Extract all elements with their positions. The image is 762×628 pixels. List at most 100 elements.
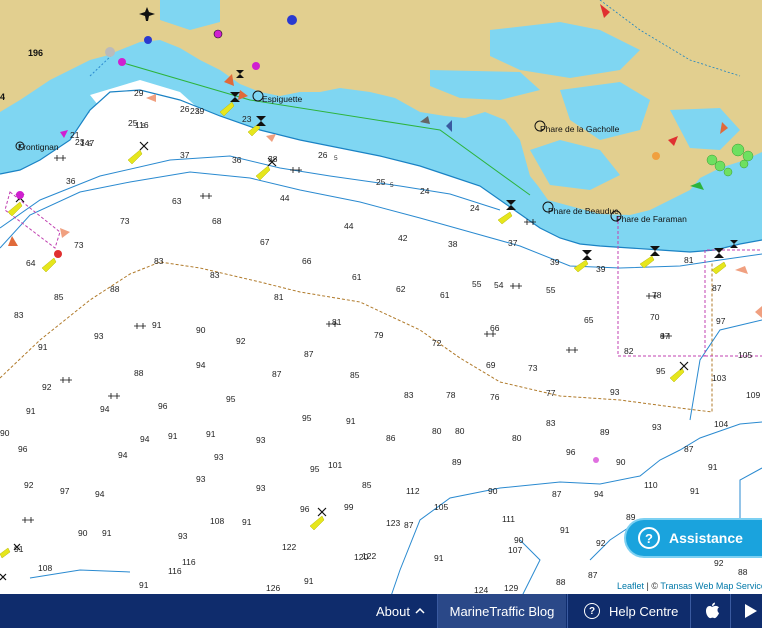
depth-sounding: 95	[226, 394, 236, 404]
about-menu[interactable]: About	[376, 594, 425, 628]
depth-sounding: 109	[746, 390, 760, 400]
depth-sounding: 80	[455, 426, 465, 436]
depth-sounding: 81	[274, 292, 284, 302]
vessel-count-label: 4	[0, 92, 5, 102]
depth-sounding: 39	[596, 264, 606, 274]
depth-sounding: 93	[652, 422, 662, 432]
depth-sounding: 91	[26, 406, 36, 416]
depth-sounding: 44	[280, 193, 290, 203]
depth-sounding: 87	[272, 369, 282, 379]
depth-sounding: 73	[120, 216, 130, 226]
chevron-up-icon	[415, 607, 425, 614]
depth-sounding: 76	[490, 392, 500, 402]
depth-sounding: 91	[38, 342, 48, 352]
footer-divider	[567, 594, 568, 628]
footer-divider	[690, 594, 691, 628]
depth-sounding: 78	[446, 390, 456, 400]
depth-sounding: 88	[556, 577, 566, 587]
depth-sounding: 92	[596, 538, 606, 548]
depth-sounding: 94	[100, 404, 110, 414]
depth-sounding: 129	[504, 583, 518, 593]
depth-sounding: 93	[610, 387, 620, 397]
depth-sounding: 39	[550, 257, 560, 267]
depth-sounding: 88	[110, 284, 120, 294]
depth-sounding: 73	[74, 240, 84, 250]
about-label: About	[376, 603, 410, 619]
depth-sounding: 24	[420, 186, 430, 196]
question-circle-icon: ?	[638, 527, 660, 549]
depth-sounding: 38	[268, 154, 278, 164]
depth-sounding: 69	[486, 360, 496, 370]
depth-sounding: 67	[260, 237, 270, 247]
depth-sounding: 93	[256, 435, 266, 445]
depth-sounding: 24	[470, 203, 480, 213]
depth-sounding: 87	[684, 444, 694, 454]
depth-sounding: 94	[118, 450, 128, 460]
depth-sounding: 87	[660, 331, 670, 341]
depth-sounding: 66	[302, 256, 312, 266]
depth-sounding: 92	[714, 558, 724, 568]
depth-sounding: 90	[0, 428, 10, 438]
depth-sounding: 91	[139, 580, 149, 590]
leaflet-link[interactable]: Leaflet	[617, 581, 644, 591]
depth-sounding: 95	[656, 366, 666, 376]
help-centre-link[interactable]: ? Help Centre	[584, 594, 678, 628]
depth-sounding: 83	[546, 418, 556, 428]
depth-sounding: 83	[404, 390, 414, 400]
depth-sounding: 82	[624, 346, 634, 356]
depth-sounding: 83	[154, 256, 164, 266]
help-label: Help Centre	[609, 603, 679, 619]
depth-sounding: 99	[344, 502, 354, 512]
depth-sounding: 36	[232, 155, 242, 165]
depth-sounding: 111	[502, 514, 515, 524]
depth-sounding: 93	[94, 331, 104, 341]
depth-sounding: 89	[452, 457, 462, 467]
transas-link[interactable]: Transas Web Map Service	[660, 581, 762, 591]
depth-sounding: 87	[552, 489, 562, 499]
airport-icon[interactable]	[138, 5, 156, 23]
depth-sounding: 78	[652, 290, 662, 300]
assistance-button[interactable]: ? Assistance	[624, 518, 762, 558]
footer-bar: About MarineTraffic Blog ? Help Centre	[0, 594, 762, 628]
marinetraffic-blog-link[interactable]: MarineTraffic Blog	[438, 594, 566, 628]
depth-sounding: 103	[712, 373, 726, 383]
depth-sounding: 107	[508, 545, 522, 555]
play-store-link[interactable]	[744, 594, 758, 628]
depth-sounding: 79	[374, 330, 384, 340]
depth-sounding: 54	[494, 280, 504, 290]
depth-sounding: 91	[434, 553, 444, 563]
depth-sounding: 90	[514, 535, 524, 545]
depth-sounding: 64	[26, 258, 36, 268]
depth-sounding: 91	[14, 544, 24, 554]
depth-sounding: 93	[196, 474, 206, 484]
depth-sounding: 88	[738, 567, 748, 577]
depth-sounding: 94	[95, 489, 105, 499]
place-phare-beauduc: Phare de Beauduc	[548, 206, 619, 216]
depth-sounding: 63	[172, 196, 182, 206]
depth-sounding: 96	[566, 447, 576, 457]
depth-sounding: 91	[708, 462, 718, 472]
depth-sounding: 97	[60, 486, 70, 496]
depth-sounding: 25	[376, 177, 386, 187]
depth-sounding: 23	[242, 114, 252, 124]
depth-sounding: 72	[432, 338, 442, 348]
depth-sounding: 104	[714, 419, 728, 429]
depth-sounding: 29	[134, 88, 144, 98]
depth-sounding: 73	[528, 363, 538, 373]
depth-sounding: 96	[300, 504, 310, 514]
depth-sounding: 91	[690, 486, 700, 496]
apple-app-link[interactable]	[704, 594, 720, 628]
depth-sounding: 101	[328, 460, 342, 470]
depth-sounding: 92	[42, 382, 52, 392]
depth-sounding: 66	[490, 323, 500, 333]
depth-sounding: 85	[54, 292, 64, 302]
depth-sounding: 91	[560, 525, 570, 535]
depth-sounding: 81	[332, 317, 342, 327]
depth-sounding: 61	[352, 272, 362, 282]
depth-sounding: 91	[346, 416, 356, 426]
help-icon: ?	[584, 603, 600, 619]
depth-sounding: 94	[196, 360, 206, 370]
depth-sounding: 85	[350, 370, 360, 380]
depth-sounding: 96	[158, 401, 168, 411]
depth-sounding: 116	[182, 557, 196, 567]
